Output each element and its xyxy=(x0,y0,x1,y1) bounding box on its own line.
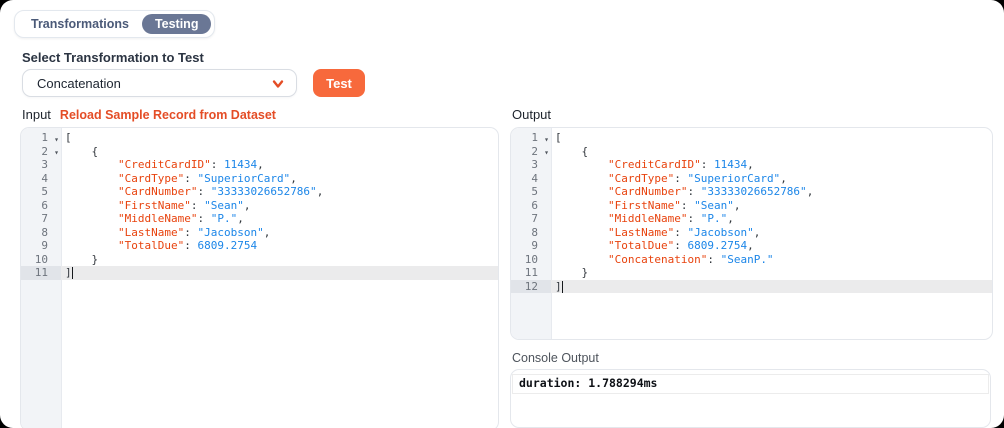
code-line: 1▾[ xyxy=(511,131,992,145)
console-output-label: Console Output xyxy=(512,351,599,365)
line-number: 4 xyxy=(21,172,61,186)
code-line-text: { xyxy=(551,145,992,159)
line-number: 4 xyxy=(511,172,551,186)
code-line: 6 "FirstName": "Sean", xyxy=(511,199,992,213)
line-number: 10 xyxy=(511,253,551,267)
line-number: 7 xyxy=(511,212,551,226)
tab-testing[interactable]: Testing xyxy=(142,14,212,34)
line-number: 8 xyxy=(21,226,61,240)
code-line-text: "CreditCardID": 11434, xyxy=(551,158,992,172)
code-line: 4 "CardType": "SuperiorCard", xyxy=(511,172,992,186)
line-number: 1▾ xyxy=(511,131,551,145)
code-line-text: } xyxy=(61,253,498,267)
code-line-text: } xyxy=(551,266,992,280)
code-line: 10 "Concatenation": "SeanP." xyxy=(511,253,992,267)
line-number: 11 xyxy=(21,266,61,280)
code-line-text: "TotalDue": 6809.2754, xyxy=(551,239,992,253)
code-line-text: "LastName": "Jacobson", xyxy=(61,226,498,240)
code-line: 3 "CreditCardID": 11434, xyxy=(21,158,498,172)
code-line-text: "FirstName": "Sean", xyxy=(61,199,498,213)
code-line: 3 "CreditCardID": 11434, xyxy=(511,158,992,172)
line-number: 9 xyxy=(21,239,61,253)
code-line-text: "CardType": "SuperiorCard", xyxy=(61,172,498,186)
select-transformation-label: Select Transformation to Test xyxy=(22,50,204,65)
console-output[interactable]: duration: 1.788294ms xyxy=(510,369,991,428)
line-number: 7 xyxy=(21,212,61,226)
code-line-text: "CreditCardID": 11434, xyxy=(61,158,498,172)
line-number: 9 xyxy=(511,239,551,253)
output-json-editor[interactable]: 1▾[2▾ {3 "CreditCardID": 11434,4 "CardTy… xyxy=(510,127,993,340)
reload-sample-link[interactable]: Reload Sample Record from Dataset xyxy=(60,108,276,122)
code-line: 2▾ { xyxy=(511,145,992,159)
code-line: 9 "TotalDue": 6809.2754 xyxy=(21,239,498,253)
output-panel-title: Output xyxy=(512,107,551,122)
code-line: 2▾ { xyxy=(21,145,498,159)
line-number: 1▾ xyxy=(21,131,61,145)
code-line-text: "CardType": "SuperiorCard", xyxy=(551,172,992,186)
line-number: 3 xyxy=(21,158,61,172)
console-output-line: duration: 1.788294ms xyxy=(512,374,989,394)
transformation-select[interactable]: Concatenation xyxy=(22,69,297,97)
code-line: 6 "FirstName": "Sean", xyxy=(21,199,498,213)
tab-transformations[interactable]: Transformations xyxy=(18,14,142,34)
line-number: 5 xyxy=(511,185,551,199)
code-line-text: [ xyxy=(61,131,498,145)
code-line: 10 } xyxy=(21,253,498,267)
line-number: 3 xyxy=(511,158,551,172)
code-line: 9 "TotalDue": 6809.2754, xyxy=(511,239,992,253)
code-line-text: "TotalDue": 6809.2754 xyxy=(61,239,498,253)
code-line: 8 "LastName": "Jacobson", xyxy=(511,226,992,240)
code-line-text: "MiddleName": "P.", xyxy=(551,212,992,226)
chevron-down-icon xyxy=(271,77,285,91)
code-line-text: "CardNumber": "33333026652786", xyxy=(61,185,498,199)
input-panel-header: Input Reload Sample Record from Dataset xyxy=(22,107,276,122)
line-number: 8 xyxy=(511,226,551,240)
line-number: 2▾ xyxy=(511,145,551,159)
line-number: 2▾ xyxy=(21,145,61,159)
code-line-text: "FirstName": "Sean", xyxy=(551,199,992,213)
app-window: Transformations Testing Select Transform… xyxy=(0,0,1004,428)
line-number: 12 xyxy=(511,280,551,294)
code-line-text: "MiddleName": "P.", xyxy=(61,212,498,226)
tab-bar: Transformations Testing xyxy=(14,10,215,38)
code-line: 5 "CardNumber": "33333026652786", xyxy=(511,185,992,199)
output-panel-header: Output xyxy=(512,107,551,122)
code-line: 5 "CardNumber": "33333026652786", xyxy=(21,185,498,199)
line-number: 6 xyxy=(21,199,61,213)
code-line-text: [ xyxy=(551,131,992,145)
test-button[interactable]: Test xyxy=(313,69,365,97)
code-line-text: ] xyxy=(551,280,992,294)
code-line: 1▾[ xyxy=(21,131,498,145)
code-line-text: "CardNumber": "33333026652786", xyxy=(551,185,992,199)
code-line: 8 "LastName": "Jacobson", xyxy=(21,226,498,240)
code-line: 4 "CardType": "SuperiorCard", xyxy=(21,172,498,186)
code-line-text: ] xyxy=(61,266,498,280)
transformation-select-value: Concatenation xyxy=(37,76,121,91)
line-number: 6 xyxy=(511,199,551,213)
input-json-editor[interactable]: 1▾[2▾ {3 "CreditCardID": 11434,4 "CardTy… xyxy=(20,127,499,428)
line-number: 10 xyxy=(21,253,61,267)
line-number: 11 xyxy=(511,266,551,280)
code-line-text: "Concatenation": "SeanP." xyxy=(551,253,992,267)
line-number: 5 xyxy=(21,185,61,199)
text-cursor xyxy=(72,267,74,279)
code-line: 7 "MiddleName": "P.", xyxy=(511,212,992,226)
code-line-text: "LastName": "Jacobson", xyxy=(551,226,992,240)
code-line-text: { xyxy=(61,145,498,159)
code-line: 11 } xyxy=(511,266,992,280)
input-panel-title: Input xyxy=(22,107,51,122)
text-cursor xyxy=(562,281,564,293)
code-line: 11] xyxy=(21,266,498,280)
code-line: 7 "MiddleName": "P.", xyxy=(21,212,498,226)
code-line: 12] xyxy=(511,280,992,294)
